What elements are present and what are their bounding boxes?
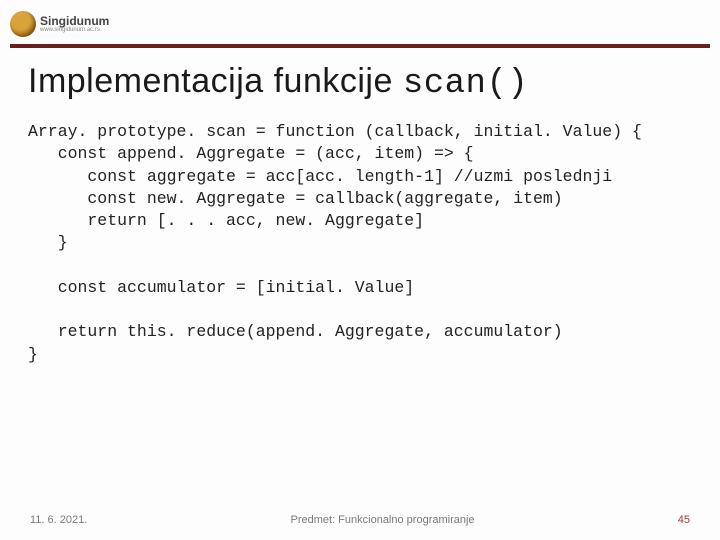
slide-footer: 11. 6. 2021. Predmet: Funkcionalno progr… [0,514,720,526]
logo-subtext: www.singidunum.ac.rs [40,27,109,33]
title-code: scan() [403,65,528,103]
code-block: Array. prototype. scan = function (callb… [28,121,692,366]
slide-header: Singidunum www.singidunum.ac.rs [0,0,720,44]
slide-title: Implementacija funkcije scan() [28,62,692,103]
footer-page-number: 45 [678,514,690,526]
logo-name: Singidunum [40,15,109,27]
slide-content: Implementacija funkcije scan() Array. pr… [0,48,720,366]
logo-text-block: Singidunum www.singidunum.ac.rs [40,15,109,33]
logo-crest-icon [10,11,36,37]
footer-date: 11. 6. 2021. [30,514,87,526]
logo: Singidunum www.singidunum.ac.rs [10,11,109,37]
footer-subject: Predmet: Funkcionalno programiranje [291,514,475,526]
title-text: Implementacija funkcije [28,62,403,100]
